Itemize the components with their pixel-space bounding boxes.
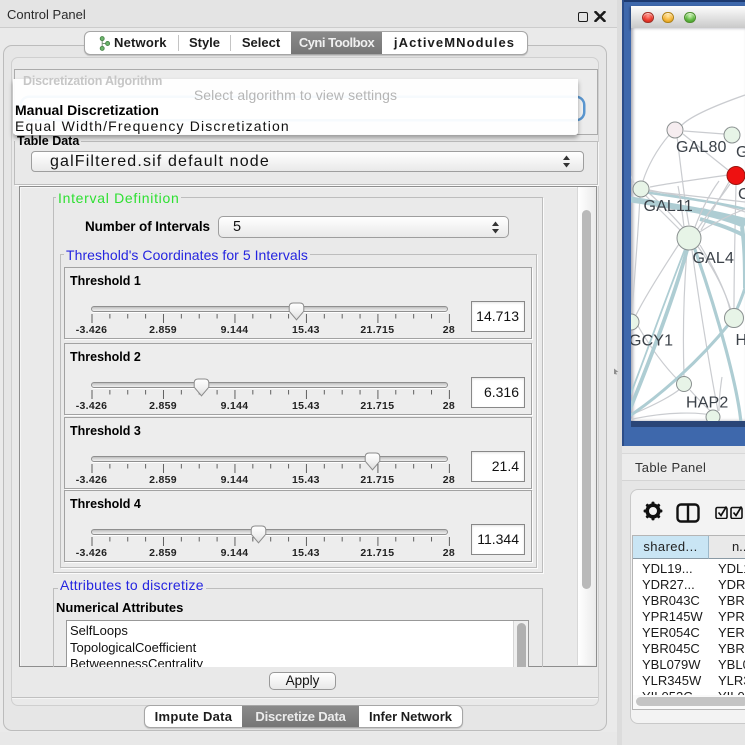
svg-text:GCY1: GCY1 [631,333,673,350]
svg-text:GAL4: GAL4 [693,250,735,267]
svg-text:HAP2: HAP2 [686,395,728,412]
svg-text:GAL11: GAL11 [644,198,693,215]
svg-text:HA: HA [736,332,745,349]
svg-text:GAL80: GAL80 [676,139,727,156]
svg-text:C: C [738,186,745,203]
svg-text:GA: GA [736,144,745,161]
